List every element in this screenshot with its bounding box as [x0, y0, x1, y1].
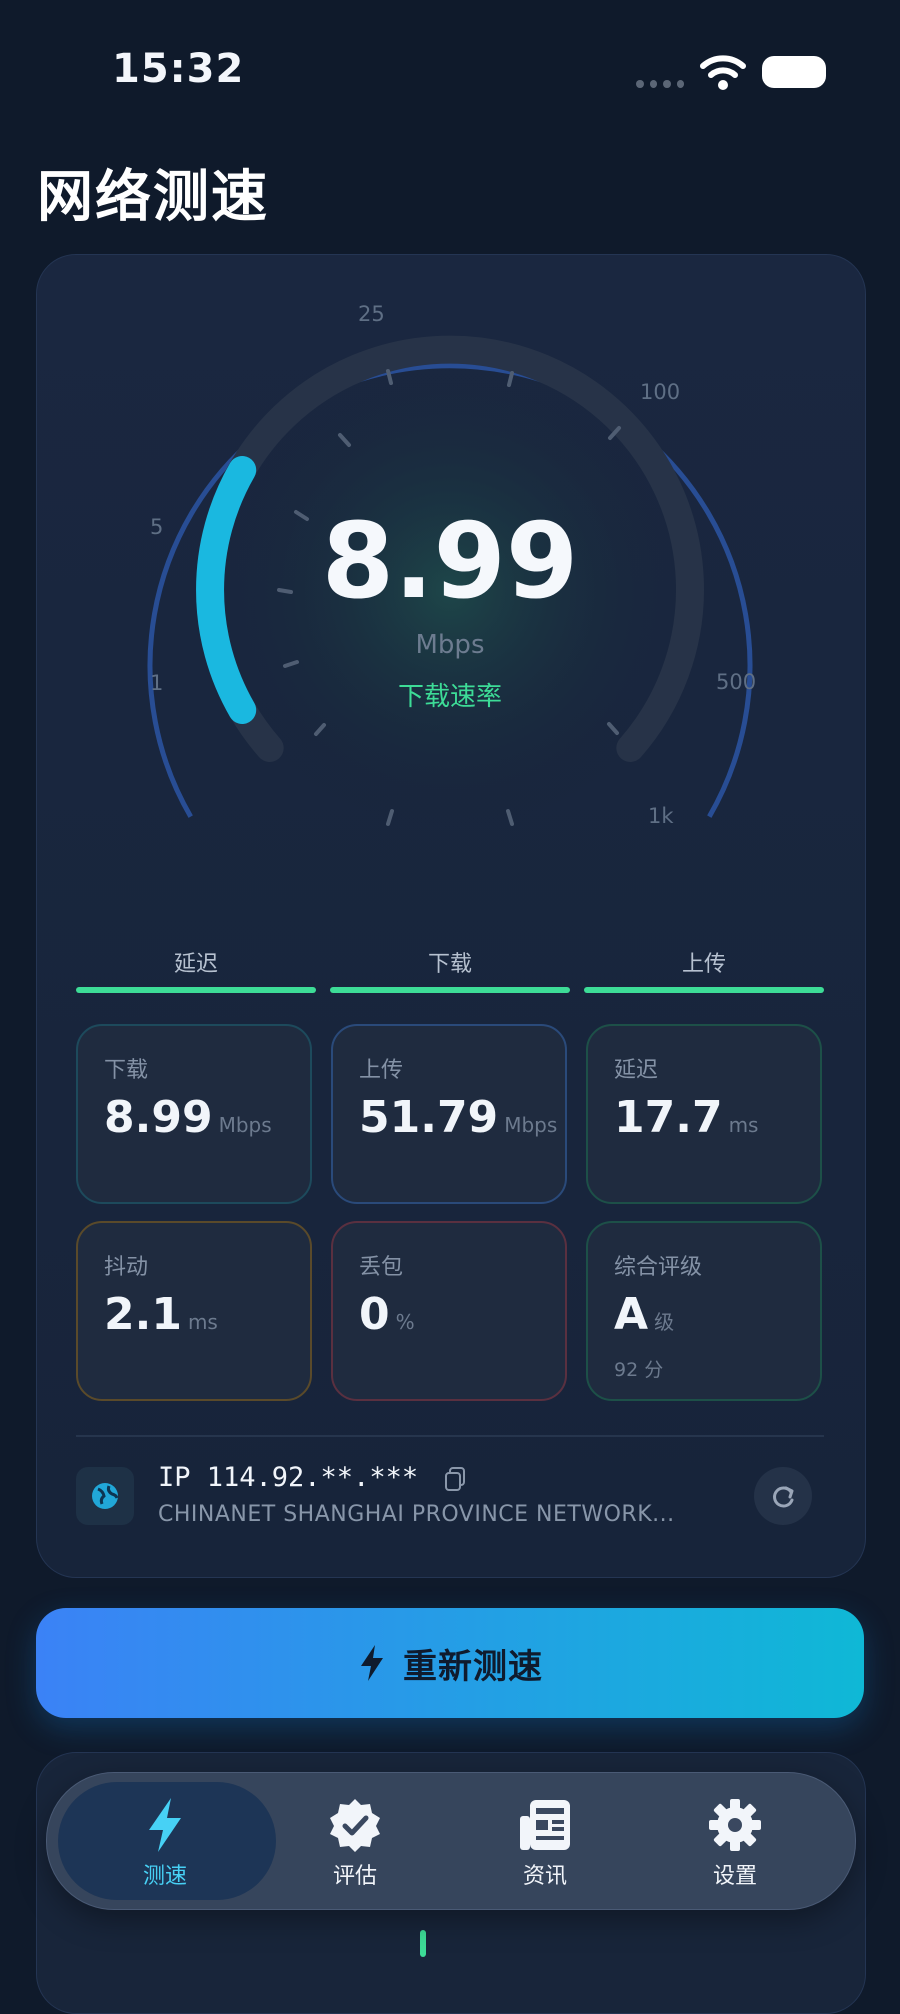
copy-icon[interactable]	[444, 1466, 466, 1492]
globe-icon	[76, 1467, 134, 1525]
nav-label: 资讯	[522, 1864, 567, 1889]
metric-label: 丢包	[359, 1255, 404, 1280]
phase-progress-bar	[584, 987, 824, 993]
battery-icon	[762, 56, 826, 88]
metric-label: 抖动	[104, 1255, 149, 1280]
metric-label: 延迟	[614, 1058, 659, 1083]
bolt-icon	[361, 1645, 383, 1681]
speed-value: 8.99	[321, 500, 579, 622]
nav-item-settings[interactable]: 设置	[650, 1790, 820, 1890]
nav-label: 测速	[142, 1864, 187, 1889]
wifi-icon	[700, 55, 746, 90]
metric-value: 2.1 ms	[104, 1289, 218, 1340]
phase-tab-download: 下载	[427, 952, 472, 977]
refresh-ip-button[interactable]	[754, 1467, 812, 1525]
nav-item-speedtest[interactable]: 测速	[80, 1790, 250, 1890]
phase-tab-latency: 延迟	[173, 952, 218, 977]
phase-progress-bar	[330, 987, 570, 993]
metric-label: 下载	[104, 1058, 149, 1083]
retest-button[interactable]: 重新测速	[36, 1608, 864, 1718]
newspaper-icon	[520, 1800, 570, 1850]
bolt-icon	[149, 1798, 181, 1852]
metric-value: 17.7 ms	[614, 1092, 759, 1143]
metric-tile-latency: 延迟 17.7 ms	[586, 1024, 822, 1204]
divider	[76, 1435, 824, 1437]
metric-tile-packet-loss: 丢包 0%	[331, 1221, 567, 1401]
signal-dots-icon	[636, 80, 684, 90]
metric-value: 51.79 Mbps	[359, 1092, 558, 1143]
phase-progress-bar	[76, 987, 316, 993]
gauge-tick-label: 5	[150, 515, 164, 539]
rating-score: 92 分	[614, 1359, 664, 1381]
gauge-tick-label: 1	[150, 671, 164, 695]
nav-item-evaluation[interactable]: 评估	[270, 1790, 440, 1890]
metric-value: 8.99 Mbps	[104, 1092, 272, 1143]
speed-label: 下载速率	[397, 682, 502, 712]
metric-label: 综合评级	[614, 1255, 703, 1280]
metric-tile-overall-rating: 综合评级 A级 92 分	[586, 1221, 822, 1401]
gear-icon	[709, 1799, 761, 1851]
status-time: 15:32	[112, 46, 245, 92]
page-title: 网络测速	[37, 165, 269, 230]
gauge-tick-label: 25	[358, 302, 385, 326]
phase-tab-upload: 上传	[681, 952, 726, 977]
metric-tile-upload: 上传 51.79 Mbps	[331, 1024, 567, 1204]
ip-address: IP 114.92.**.***	[158, 1462, 419, 1493]
nav-item-news[interactable]: 资讯	[460, 1790, 630, 1890]
gauge-tick-label: 500	[716, 670, 757, 694]
metric-tile-jitter: 抖动 2.1 ms	[76, 1221, 312, 1401]
metric-tile-download: 下载 8.99 Mbps	[76, 1024, 312, 1204]
metric-label: 上传	[359, 1058, 404, 1083]
gauge-tick-label: 1k	[648, 804, 674, 828]
chart-line	[420, 1930, 426, 1957]
retest-label: 重新测速	[403, 1646, 543, 1687]
nav-label: 评估	[332, 1864, 377, 1889]
speed-unit: Mbps	[415, 630, 485, 660]
nav-label: 设置	[712, 1864, 757, 1889]
isp-name: CHINANET SHANGHAI PROVINCE NETWORK...	[158, 1502, 675, 1527]
verified-badge-icon	[330, 1799, 380, 1852]
metric-value: 0%	[359, 1289, 415, 1340]
refresh-icon	[773, 1486, 794, 1508]
gauge-tick-label: 100	[640, 380, 681, 404]
metric-value: A级	[614, 1289, 675, 1340]
